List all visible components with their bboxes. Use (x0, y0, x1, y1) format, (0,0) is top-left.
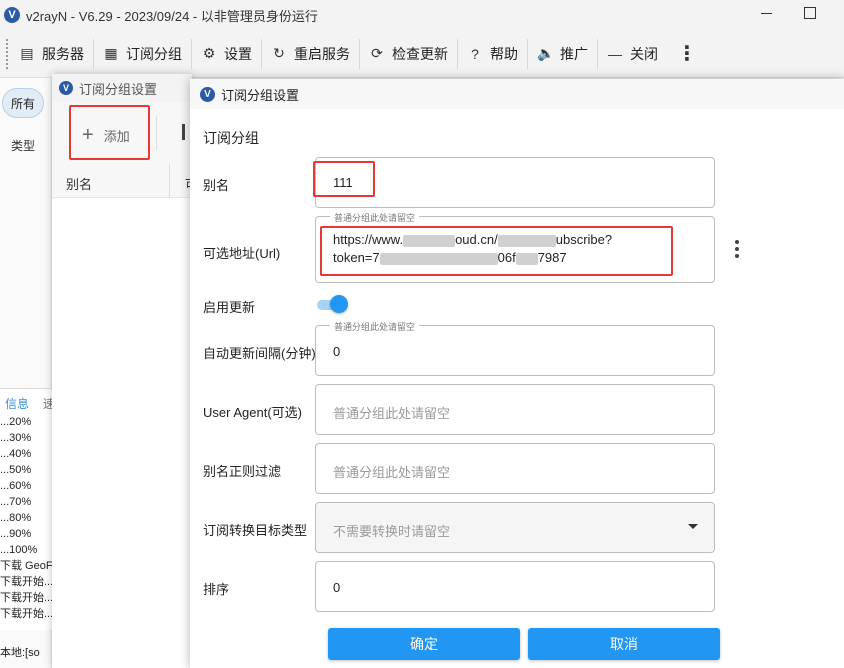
toolbar-restart-label: 重启服务 (294, 45, 350, 62)
url-label: 可选地址(Url) (203, 246, 281, 261)
log-line: 下载开始... (0, 592, 52, 604)
sort-label: 排序 (203, 582, 230, 597)
log-line: ...20% (0, 416, 32, 428)
gear-icon: ⚙ (202, 45, 216, 61)
toolbar-update-button[interactable]: ⟳ 检查更新 (360, 38, 458, 69)
log-line: ...70% (0, 496, 32, 508)
interval-hint: 普通分组此处请留空 (330, 320, 420, 333)
help-icon: ? (471, 45, 479, 62)
dialog-title: 订阅分组设置 (79, 81, 158, 97)
maximize-icon[interactable] (804, 7, 816, 19)
highlight-box-add (69, 105, 150, 160)
highlight-box-alias (313, 161, 375, 197)
toolbar-servers-label: 服务器 (42, 45, 84, 62)
toolbar-restart-button[interactable]: ↻ 重启服务 (262, 38, 360, 69)
app-logo-icon: V (59, 81, 73, 95)
log-line: ...100% (0, 544, 38, 556)
app-logo-icon: V (200, 86, 215, 102)
update-icon: ⟳ (371, 45, 383, 61)
subscription-icon: ▦ (104, 45, 118, 61)
log-line: 下载开始... (0, 576, 52, 588)
toolbar-close-label: 关闭 (630, 45, 658, 62)
toolbar-promote-button[interactable]: 🔈 推广 (528, 38, 598, 69)
toolbar-subscription-label: 订阅分组 (126, 45, 182, 62)
interval-field[interactable]: 普通分组此处请留空 0 (315, 320, 715, 376)
section-title: 订阅分组 (203, 130, 259, 146)
minus-icon: — (608, 45, 622, 62)
interval-label: 自动更新间隔(分钟) (203, 346, 316, 361)
convert-target-label: 订阅转换目标类型 (203, 523, 308, 538)
status-bar-text: 本地:[so (0, 647, 40, 659)
speaker-icon: 🔈 (537, 45, 555, 61)
user-agent-label: User Agent(可选) (203, 405, 302, 420)
toolbar-help-label: 帮助 (490, 45, 518, 62)
alias-regex-label: 别名正则过滤 (203, 464, 282, 479)
user-agent-field[interactable]: 普通分组此处请留空 (315, 384, 715, 435)
alias-field[interactable]: 111 (315, 157, 715, 208)
convert-target-select[interactable]: 不需要转换时请留空 (315, 502, 715, 553)
subscription-list-dialog: V 订阅分组设置 + 添加 别名 可 (52, 74, 198, 668)
more-options-icon[interactable] (735, 240, 739, 258)
toggle-knob (330, 295, 348, 313)
chevron-down-icon (688, 524, 698, 529)
log-line: ...40% (0, 448, 32, 460)
toolbar-help-button[interactable]: ? 帮助 (458, 38, 528, 69)
sort-field[interactable]: 0 (315, 561, 715, 612)
dialog-title-bar: V 订阅分组设置 (190, 79, 844, 109)
dialog-title-bar: V 订阅分组设置 (52, 74, 192, 102)
alias-label: 别名 (203, 178, 230, 193)
log-line: ...60% (0, 480, 32, 492)
more-options-icon[interactable]: ⋮ (677, 41, 697, 66)
column-header-type[interactable]: 类型 (11, 137, 35, 154)
divider (156, 116, 157, 150)
toolbar-servers-button[interactable]: ▤ 服务器 (10, 38, 94, 69)
highlight-box-url (320, 226, 673, 276)
window-title: v2rayN - V6.29 - 2023/09/24 - 以非管理员身份运行 (26, 8, 318, 24)
log-line: 下载 GeoF (0, 560, 52, 572)
toolbar-subscription-button[interactable]: ▦ 订阅分组 (94, 38, 192, 69)
subscription-settings-dialog: V 订阅分组设置 订阅分组 别名 111 可选地址(Url) 普通分组此处请留空… (190, 79, 844, 668)
tab-info[interactable]: 信息 (5, 395, 29, 412)
toolbar-settings-button[interactable]: ⚙ 设置 (192, 38, 262, 69)
sort-value: 0 (333, 580, 341, 595)
app-logo-icon: V (4, 7, 20, 23)
log-line: ...90% (0, 528, 32, 540)
log-line: ...50% (0, 464, 32, 476)
column-header-alias[interactable]: 别名 (66, 174, 92, 193)
table-header: 别名 可 (52, 164, 198, 198)
main-toolbar: ▤ 服务器 ▦ 订阅分组 ⚙ 设置 ↻ 重启服务 ⟳ 检查更新 ? 帮助 🔈 推… (0, 30, 844, 78)
convert-target-placeholder: 不需要转换时请留空 (333, 524, 451, 539)
auto-update-toggle[interactable] (317, 295, 348, 313)
auto-update-label: 启用更新 (203, 300, 256, 315)
log-line: ...80% (0, 512, 32, 524)
alias-regex-field[interactable]: 普通分组此处请留空 (315, 443, 715, 494)
confirm-button[interactable]: 确定 (328, 628, 520, 660)
alias-regex-placeholder: 普通分组此处请留空 (333, 465, 451, 480)
cancel-button[interactable]: 取消 (528, 628, 720, 660)
server-icon: ▤ (20, 45, 34, 61)
title-bar: V v2rayN - V6.29 - 2023/09/24 - 以非管理员身份运… (0, 0, 844, 30)
toolbar-update-label: 检查更新 (392, 45, 448, 62)
filter-chip-all[interactable]: 所有 (2, 88, 44, 118)
toolbar-settings-label: 设置 (224, 45, 252, 62)
dialog-title: 订阅分组设置 (221, 87, 300, 103)
column-divider[interactable] (169, 164, 170, 198)
restart-icon: ↻ (273, 45, 285, 61)
url-hint: 普通分组此处请留空 (330, 211, 420, 224)
log-tabs: 信息 速 (0, 388, 55, 414)
user-agent-placeholder: 普通分组此处请留空 (333, 406, 451, 421)
toolbar-promote-label: 推广 (560, 45, 588, 62)
log-line: ...30% (0, 432, 32, 444)
toolbar-close-button[interactable]: — 关闭 (598, 39, 667, 69)
log-line: 下载开始... (0, 608, 52, 620)
interval-value: 0 (333, 344, 341, 359)
minimize-icon[interactable] (760, 6, 774, 20)
log-list: ...20% ...30% ...40% ...50% ...60% ...70… (0, 414, 52, 630)
